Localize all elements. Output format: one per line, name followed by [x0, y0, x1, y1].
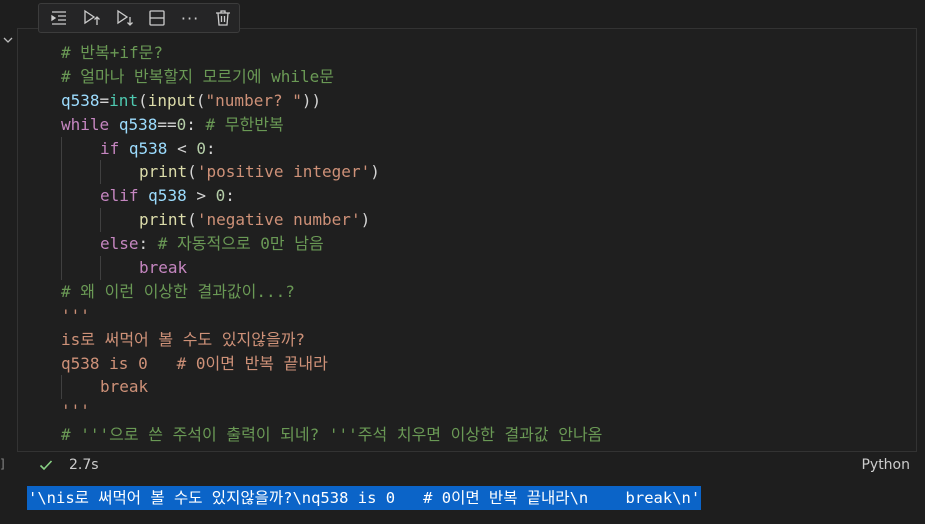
execution-time: 2.7s — [69, 457, 99, 473]
split-cell-icon — [149, 10, 165, 26]
indent-guide — [100, 160, 101, 185]
token: > — [186, 186, 216, 206]
execute-below-button[interactable] — [108, 4, 141, 32]
token: "number? " — [205, 90, 302, 110]
more-actions-button[interactable]: ··· — [174, 4, 207, 32]
token: q538 — [118, 114, 158, 134]
cell-status-bar: 2.7s Python — [0, 452, 925, 478]
token: # 무한반복 — [195, 114, 284, 134]
token: 'positive integer' — [196, 162, 371, 182]
chevron-down-icon[interactable] — [2, 34, 14, 46]
token: elif — [100, 186, 139, 206]
token: 0 — [196, 138, 206, 158]
token: else — [100, 234, 139, 254]
delete-cell-button[interactable] — [206, 4, 239, 32]
indent-guide — [61, 232, 62, 257]
token: = — [99, 90, 110, 110]
token: : — [205, 138, 216, 158]
token: : — [186, 114, 196, 134]
code-line-8: print('negative number') — [61, 208, 602, 233]
token: 'negative number' — [196, 210, 361, 230]
token: 0 — [176, 114, 187, 134]
code-line-9: else: # 자동적으로 0만 남음 — [61, 232, 602, 257]
code-line-15: break — [61, 375, 602, 400]
language-selector[interactable]: Python — [861, 455, 910, 475]
code-cell[interactable]: # 반복+if문? # 얼마나 반복할지 모르기에 while문 q538=in… — [17, 28, 917, 452]
token: )) — [301, 90, 322, 110]
indent-guide — [61, 160, 62, 185]
token: < — [167, 138, 197, 158]
token: print — [139, 210, 188, 230]
token: ( — [195, 90, 206, 110]
more-icon: ··· — [180, 8, 200, 28]
code-line-7: elif q538 > 0: — [61, 184, 602, 209]
execute-below-icon — [117, 9, 133, 26]
token: input — [147, 90, 196, 110]
indent-guide — [100, 208, 101, 233]
run-by-line-icon — [51, 11, 67, 25]
code-line-2: # 얼마나 반복할지 모르기에 while문 — [61, 66, 334, 86]
token: break — [100, 377, 149, 397]
code-editor[interactable]: # 반복+if문? # 얼마나 반복할지 모르기에 while문 q538=in… — [61, 41, 602, 447]
indent-guide — [61, 256, 62, 280]
code-line-11: # 왜 이런 이상한 결과값이...? — [61, 281, 295, 301]
token: q538 — [128, 138, 168, 158]
code-line-14: q538 is 0 # 0이면 반복 끝내라 — [61, 353, 328, 373]
cell-toolbar: ··· — [38, 3, 240, 33]
token: ) — [360, 210, 371, 230]
token: if — [100, 138, 120, 158]
token: # 자동적으로 0만 남음 — [148, 234, 324, 254]
code-line-17: # '''으로 쓴 주석이 출력이 되네? '''주석 치우면 이상한 결과값 … — [61, 425, 603, 445]
token: ( — [187, 210, 197, 230]
execute-above-button[interactable] — [76, 4, 109, 32]
code-line-4: while q538==0: # 무한반복 — [61, 113, 602, 137]
token: ( — [138, 90, 148, 110]
token: print — [139, 162, 188, 182]
token: break — [139, 258, 188, 278]
code-line-16: ''' — [61, 401, 90, 421]
token: == — [157, 114, 177, 134]
cell-output[interactable]: '\nis로 써먹어 볼 수도 있지않을까?\nq538 is 0 # 0이면 … — [27, 486, 702, 510]
token: q538 — [148, 186, 187, 206]
code-line-6: print('positive integer') — [61, 160, 602, 185]
indent-guide — [61, 136, 62, 161]
split-cell-button[interactable] — [141, 4, 174, 32]
code-line-12: ''' — [61, 305, 90, 325]
code-line-1: # 반복+if문? — [61, 43, 163, 62]
run-by-line-button[interactable] — [43, 4, 76, 32]
token: q538 — [61, 90, 100, 110]
execute-above-icon — [84, 9, 100, 25]
delete-icon — [215, 10, 230, 26]
token: : — [225, 186, 235, 206]
check-icon — [39, 460, 53, 471]
token: int — [109, 90, 139, 110]
code-line-13: is로 써먹어 볼 수도 있지않을까? — [61, 329, 306, 349]
token: ( — [187, 162, 197, 182]
token: 0 — [215, 186, 226, 206]
indent-guide — [61, 184, 62, 209]
token: ) — [370, 162, 380, 182]
indent-guide — [61, 375, 62, 400]
code-line-5: if q538 < 0: — [61, 136, 602, 161]
indent-guide — [61, 208, 62, 233]
code-line-10: break — [61, 256, 602, 280]
code-line-3: q538=int(input("number? ")) — [61, 89, 602, 113]
token: : — [138, 234, 149, 254]
token: while — [61, 114, 110, 134]
indent-guide — [100, 256, 101, 280]
